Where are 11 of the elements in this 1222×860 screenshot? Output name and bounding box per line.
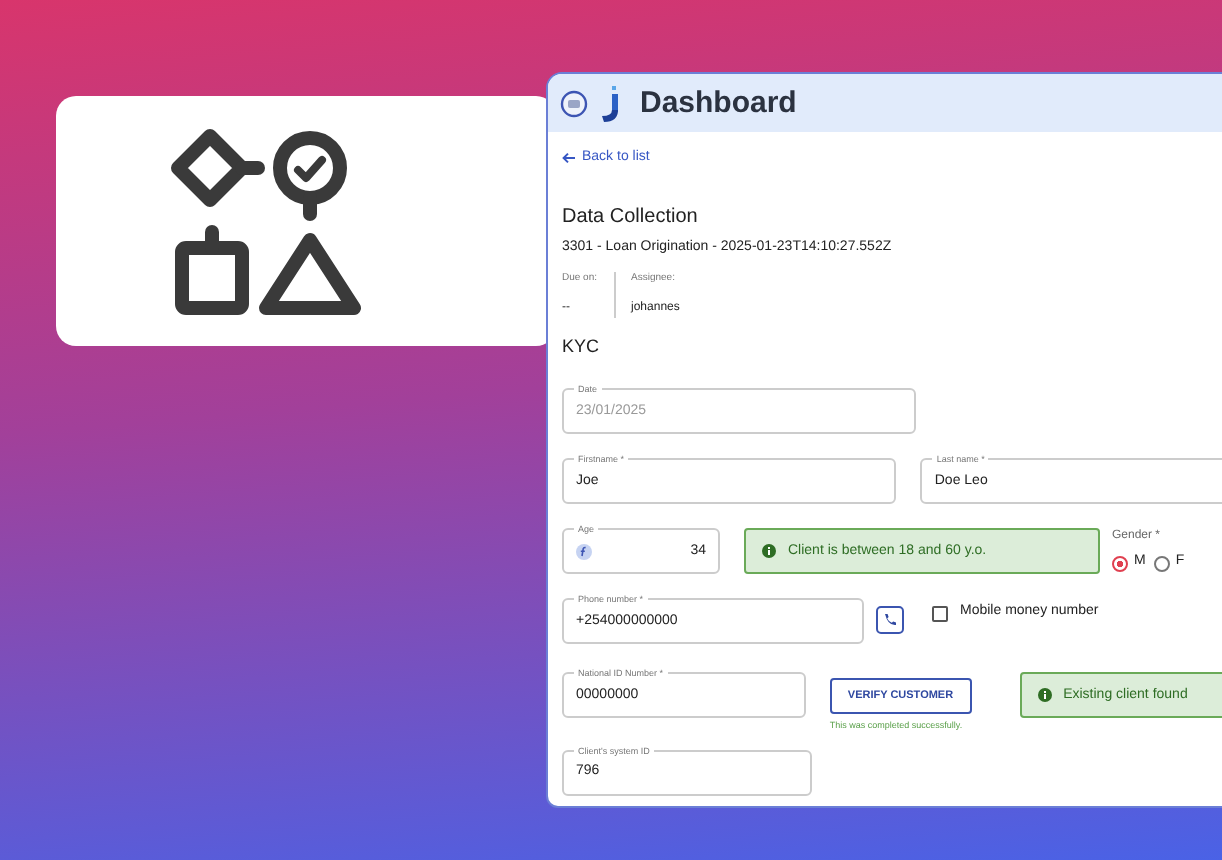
arrow-icon [562,152,576,165]
logo-icon [600,83,620,123]
formula-icon [576,543,592,560]
menu-icon[interactable] [560,89,588,117]
shapes-icon [166,127,366,315]
form-title: Data Collection [562,203,700,232]
info-icon [762,544,776,559]
info-icon [1037,688,1052,703]
page-title: Dashboard [640,85,797,121]
section-heading: KYC [562,333,602,360]
phone-icon[interactable] [876,606,904,635]
